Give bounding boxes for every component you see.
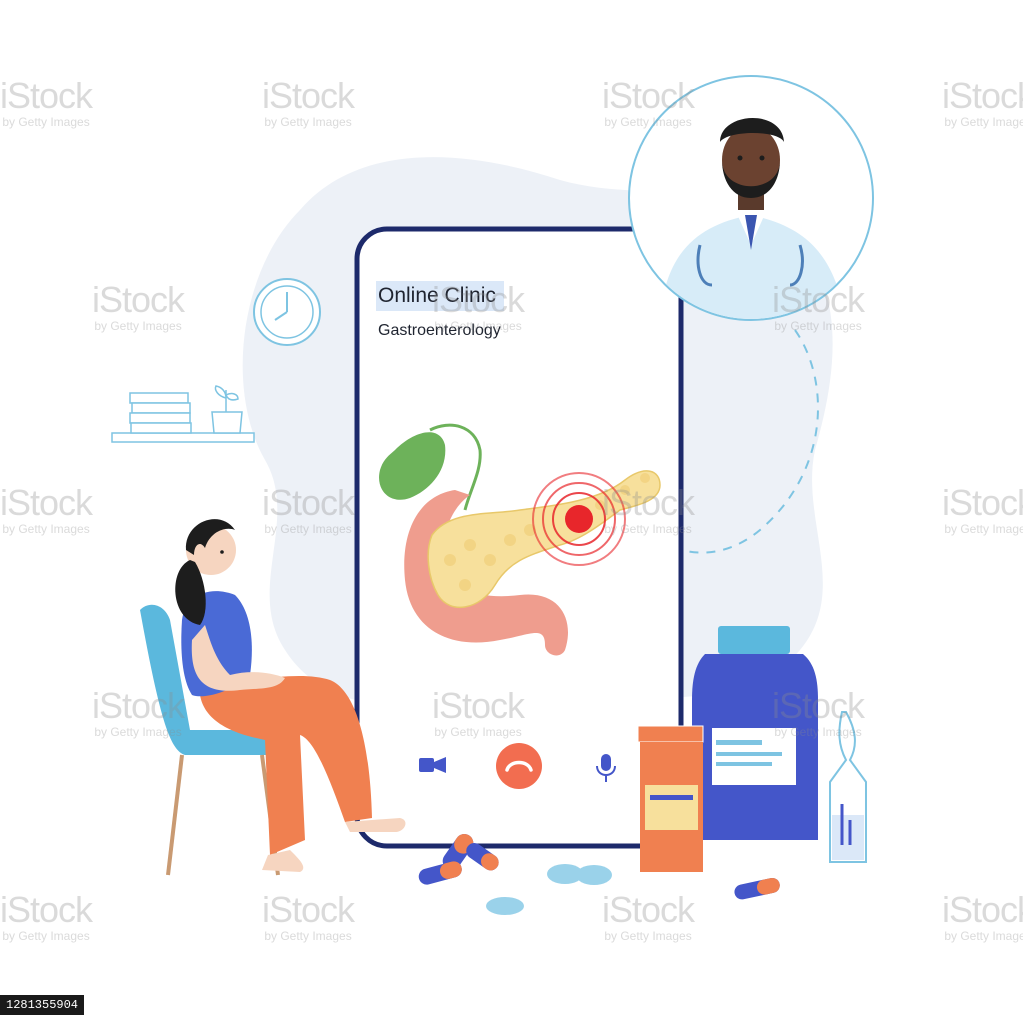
hang-up-button[interactable] [496, 743, 542, 789]
ampoule [829, 711, 867, 863]
medicine-jar [692, 626, 818, 840]
screen-subtitle: Gastroenterology [378, 322, 501, 339]
screen-title: Online Clinic [376, 281, 504, 311]
wall-shelf [111, 385, 255, 443]
pants [200, 675, 372, 855]
illustration [111, 75, 874, 915]
stock-id: 1281355904 [0, 995, 85, 1015]
pill-bottle [637, 725, 704, 872]
clock-icon [253, 278, 321, 346]
video-camera-icon[interactable] [419, 757, 446, 773]
